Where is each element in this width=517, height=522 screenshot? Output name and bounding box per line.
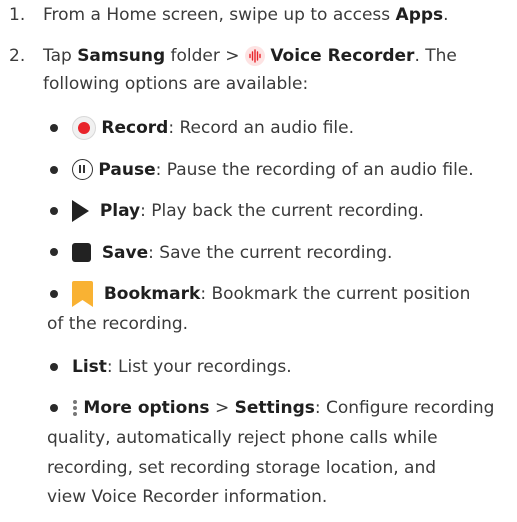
option-desc: : Record an audio file. <box>168 118 355 139</box>
step-2-continued: following options are available: <box>43 74 309 95</box>
option-list: List: List your recordings. <box>72 352 292 382</box>
option-term: Pause <box>98 159 156 180</box>
bullet-dot <box>50 207 58 215</box>
option-term: List <box>72 356 107 377</box>
option-sep: > <box>209 398 235 419</box>
option-desc: : Play back the current recording. <box>140 201 424 222</box>
option-record: Record: Record an audio file. <box>72 113 354 143</box>
step-number: 2. <box>9 45 26 66</box>
option-desc: : Pause the recording of an audio file. <box>155 159 474 180</box>
pause-icon <box>72 159 93 181</box>
bullet-dot <box>50 165 58 174</box>
option-desc: : Save the current recording. <box>148 242 393 263</box>
option-term: More options <box>83 398 210 419</box>
option-desc: : Bookmark the current position <box>200 284 471 304</box>
option-term: Save <box>101 242 149 263</box>
step-text-mid: folder > <box>165 45 245 66</box>
step-1: 1. From a Home screen, swipe up to access… <box>9 0 449 30</box>
step-number: 1. <box>9 5 26 25</box>
bullet-dot <box>50 289 58 298</box>
option-more-continued-3: view Voice Recorder information. <box>47 487 328 508</box>
option-save: Save: Save the current recording. <box>72 238 392 268</box>
option-more-options: More options > Settings: Configure recor… <box>72 393 494 423</box>
bullet-dot <box>50 124 58 133</box>
stop-icon <box>72 243 91 263</box>
option-term: Play <box>99 201 141 222</box>
option-desc: : Configure recording <box>314 398 495 419</box>
step-text-end: . <box>443 5 449 25</box>
bullet-dot <box>50 248 58 257</box>
option-term: Bookmark <box>103 284 201 304</box>
settings-term: Settings <box>234 398 315 419</box>
record-icon <box>72 116 96 141</box>
voice-recorder-icon <box>244 45 265 66</box>
step-2: 2. Tap Samsung folder > Voice Recorder. T… <box>9 41 457 71</box>
more-options-icon <box>72 398 78 418</box>
bullet-dot <box>50 404 58 413</box>
option-bookmark: Bookmark: Bookmark the current position <box>72 279 470 309</box>
option-more-continued-1: quality, automatically reject phone call… <box>47 428 438 448</box>
option-play: Play: Play back the current recording. <box>72 196 424 226</box>
option-bookmark-continued: of the recording. <box>47 313 189 334</box>
bullet-dot <box>50 362 58 371</box>
bookmark-icon <box>72 281 93 307</box>
option-term: Record <box>101 118 169 139</box>
play-icon <box>72 200 89 223</box>
option-pause: Pause: Pause the recording of an audio f… <box>72 155 474 185</box>
option-more-continued-2: recording, set recording storage locatio… <box>47 457 437 478</box>
samsung-term: Samsung <box>77 45 166 66</box>
apps-term: Apps <box>395 5 444 25</box>
step-text: Tap <box>43 45 78 66</box>
step-text: From a Home screen, swipe up to access <box>43 5 396 25</box>
step-text-end: . The <box>414 45 457 66</box>
voice-recorder-term: Voice Recorder <box>270 45 415 66</box>
option-desc: : List your recordings. <box>106 356 292 377</box>
